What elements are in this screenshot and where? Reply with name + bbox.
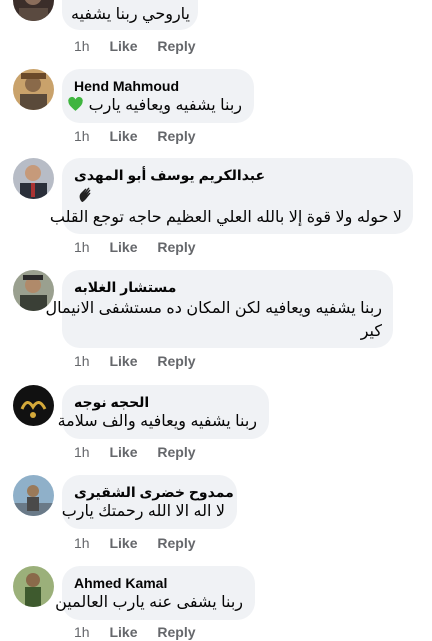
commenter-name[interactable]: ممدوح خضرى الشقيرى [74,483,234,501]
comment-text: ربنا يشفيه ويعافيه لكن المكان ده مستشفى … [45,300,382,317]
comment-actions: 1h Like Reply [74,37,196,55]
reply-button[interactable]: Reply [157,128,195,144]
comment-text: لا اله الا الله رحمتك يارب [61,503,225,520]
comment-text: ربنا يشفيه ويعافيه يارب [67,95,242,117]
comment-actions: 1h Like Reply [74,238,196,256]
comment-actions: 1h Like Reply [74,534,196,552]
like-button[interactable]: Like [109,444,137,460]
reply-button[interactable]: Reply [157,444,195,460]
avatar[interactable] [13,475,54,516]
comment-actions: 1h Like Reply [74,443,196,461]
reply-button[interactable]: Reply [157,38,195,54]
comment-time[interactable]: 1h [74,128,90,144]
commenter-name[interactable]: عبدالكريم يوسف أبو المهدى [74,166,265,184]
comment-time[interactable]: 1h [74,38,90,54]
comment-time[interactable]: 1h [74,353,90,369]
comment-text: كير [360,323,382,340]
comment-text: لا حوله ولا قوة إلا بالله العلي العظيم ح… [49,209,402,226]
avatar[interactable] [13,158,54,199]
like-button[interactable]: Like [109,38,137,54]
like-button[interactable]: Like [109,624,137,640]
reply-button[interactable]: Reply [157,535,195,551]
comment-text: ربنا يشفى عنه يارب العالمين [55,594,243,611]
like-button[interactable]: Like [109,535,137,551]
commenter-name[interactable]: الحجه نوجه [74,393,149,411]
comment-time[interactable]: 1h [74,535,90,551]
comment-time[interactable]: 1h [74,239,90,255]
comment-actions: 1h Like Reply [74,352,196,370]
comment-text: ياروحي ربنا يشفيه [70,6,190,23]
avatar[interactable] [13,0,54,21]
waving-hand-icon [79,187,91,202]
green-heart-icon [68,96,83,111]
comment-actions: 1h Like Reply [74,127,196,145]
avatar[interactable] [13,385,54,426]
reply-button[interactable]: Reply [157,624,195,640]
reply-button[interactable]: Reply [157,353,195,369]
comment-time[interactable]: 1h [74,624,90,640]
commenter-name[interactable]: مستشار الغلابه [74,278,176,296]
avatar[interactable] [13,69,54,110]
reply-button[interactable]: Reply [157,239,195,255]
commenter-name[interactable]: Hend Mahmoud [74,77,179,95]
like-button[interactable]: Like [109,128,137,144]
comment-text: ربنا يشفيه ويعافيه والف سلامة [57,413,257,430]
comment-actions: 1h Like Reply [74,623,196,641]
like-button[interactable]: Like [109,239,137,255]
comment-time[interactable]: 1h [74,444,90,460]
avatar[interactable] [13,566,54,607]
commenter-name[interactable]: Ahmed Kamal [74,574,167,592]
comment-text-content: ربنا يشفيه ويعافيه يارب [88,97,242,114]
like-button[interactable]: Like [109,353,137,369]
